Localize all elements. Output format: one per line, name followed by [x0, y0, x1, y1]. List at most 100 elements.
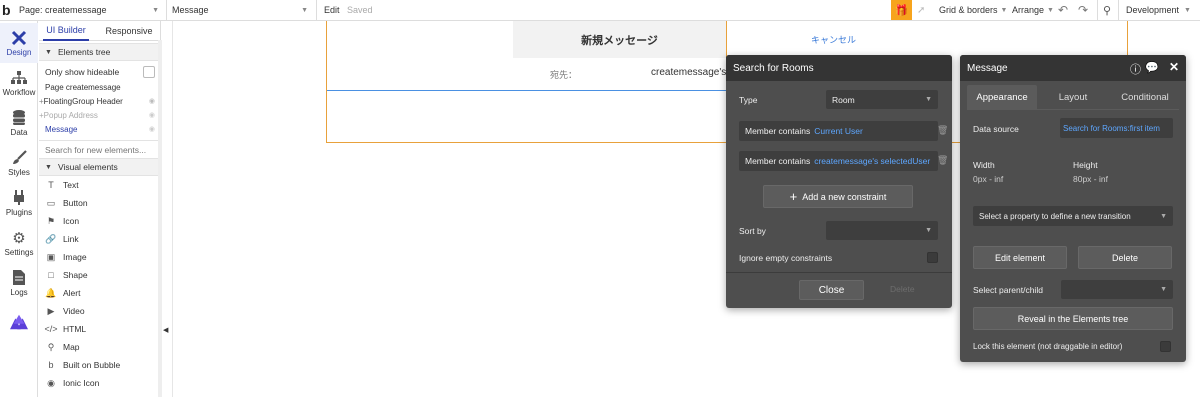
width-label: Width — [973, 160, 995, 170]
element-selector[interactable]: Message ▼ — [172, 0, 308, 20]
transition-label: Select a property to define a new transi… — [979, 211, 1131, 221]
only-show-hideable-checkbox[interactable] — [143, 66, 155, 78]
cancel-button[interactable]: キャンセル — [726, 21, 940, 58]
rail-design[interactable]: Design — [0, 23, 38, 63]
data-source-value[interactable]: Search for Rooms:first item — [1063, 124, 1160, 133]
lock-element-checkbox[interactable] — [1160, 341, 1171, 352]
tree-item-message[interactable]: Message ◉ — [39, 122, 159, 136]
select-parent-dropdown[interactable]: ▼ — [1061, 280, 1173, 299]
sort-by-select[interactable]: ▼ — [826, 221, 938, 240]
gift-icon[interactable]: 🎁 — [891, 0, 912, 20]
bubble-logo-icon[interactable]: b — [2, 0, 16, 20]
workflow-icon — [10, 70, 28, 86]
arrange-label: Arrange — [1012, 5, 1045, 15]
rail-workflow[interactable]: Workflow — [0, 63, 38, 103]
visual-element-label: Shape — [63, 270, 88, 280]
cursor-icon[interactable]: ➚ — [917, 0, 925, 20]
visual-elements-header[interactable]: ▼ Visual elements — [39, 158, 159, 176]
ignore-empty-checkbox[interactable] — [927, 252, 938, 263]
chevron-down-icon: ▼ — [1047, 6, 1054, 14]
reveal-in-tree-button[interactable]: Reveal in the Elements tree — [973, 307, 1173, 330]
close-button[interactable]: Close — [799, 280, 864, 300]
width-value[interactable]: 0px - inf — [973, 174, 1003, 184]
visual-element-shape[interactable]: □ Shape — [39, 266, 159, 284]
visual-element-alert[interactable]: 🔔 Alert — [39, 284, 159, 302]
lock-element-label: Lock this element (not draggable in edit… — [973, 342, 1123, 351]
comment-icon[interactable]: 💬 — [1145, 61, 1159, 74]
search-popup-title: Search for Rooms — [726, 55, 952, 81]
plus-icon: + — [789, 189, 798, 204]
delete-button[interactable]: Delete — [890, 284, 915, 294]
visual-element-button[interactable]: ▭ Button — [39, 194, 159, 212]
redo-icon[interactable]: ↷ — [1078, 0, 1088, 20]
undo-icon[interactable]: ↶ — [1058, 0, 1068, 20]
add-constraint-button[interactable]: + Add a new constraint — [763, 185, 913, 208]
constraint-2-value[interactable]: createmessage's selectedUser — [814, 156, 930, 166]
left-rail: Design Workflow Data Styles Plugins ⚙ Se… — [0, 21, 38, 397]
tree-item-popup[interactable]: + Popup Address ◉ — [39, 108, 159, 122]
arrange-menu[interactable]: Arrange ▼ — [1012, 0, 1054, 20]
type-value: Room — [832, 94, 855, 105]
panel-scrollbar[interactable] — [158, 40, 162, 397]
page-selector[interactable]: Page: createmessage ▼ — [19, 0, 159, 20]
constraint-row-1[interactable]: Member contains Current User — [739, 121, 938, 141]
height-value[interactable]: 80px - inf — [1073, 174, 1108, 184]
search-popup: Search for Rooms Type Room ▼ Member cont… — [726, 55, 952, 308]
tab-layout[interactable]: Layout — [1038, 85, 1108, 109]
tab-responsive[interactable]: Responsive — [101, 21, 157, 41]
rail-settings[interactable]: ⚙ Settings — [0, 223, 38, 263]
eye-icon[interactable]: ◉ — [149, 111, 155, 119]
logs-icon — [10, 270, 28, 286]
tab-conditional[interactable]: Conditional — [1108, 85, 1182, 109]
elements-tree-header[interactable]: ▼ Elements tree — [39, 43, 159, 61]
trash-icon[interactable]: 🗑 — [937, 155, 948, 166]
rail-plugins[interactable]: Plugins — [0, 183, 38, 223]
visual-element-text[interactable]: T Text — [39, 176, 159, 194]
visual-element-icon[interactable]: ⚑ Icon — [39, 212, 159, 230]
to-value[interactable]: createmessage's — [651, 67, 726, 78]
tab-appearance[interactable]: Appearance — [967, 85, 1037, 109]
map-pin-icon: ⚲ — [47, 341, 55, 352]
rail-styles[interactable]: Styles — [0, 143, 38, 183]
trash-icon[interactable]: 🗑 — [937, 125, 948, 136]
eye-icon[interactable]: ◉ — [149, 97, 155, 105]
rail-extra[interactable] — [0, 303, 38, 343]
rail-data[interactable]: Data — [0, 103, 38, 143]
visual-element-ionic-icon[interactable]: ◉ Ionic Icon — [39, 374, 159, 392]
top-toolbar: b Page: createmessage ▼ Message ▼ Edit S… — [0, 0, 1200, 21]
chevron-down-icon: ▼ — [301, 6, 308, 14]
transition-select[interactable]: Select a property to define a new transi… — [973, 206, 1173, 226]
rail-logs[interactable]: Logs — [0, 263, 38, 303]
tree-item-page[interactable]: Page createmessage — [39, 80, 159, 94]
info-icon[interactable]: ⓘ — [1130, 61, 1141, 77]
search-elements-input[interactable]: Search for new elements... — [39, 140, 159, 160]
divider — [726, 272, 952, 273]
close-icon[interactable]: ✕ — [1169, 60, 1179, 74]
plugins-icon — [10, 190, 28, 206]
caret-down-icon: ▼ — [45, 163, 52, 171]
visual-element-link[interactable]: 🔗 Link — [39, 230, 159, 248]
grid-borders-menu[interactable]: Grid & borders ▼ — [939, 0, 1007, 20]
visual-element-video[interactable]: ▶ Video — [39, 302, 159, 320]
tab-ui-builder[interactable]: UI Builder — [43, 21, 89, 41]
environment-selector[interactable]: Development ▼ — [1126, 0, 1191, 20]
page-header-title[interactable]: 新規メッセージ — [513, 21, 726, 58]
visual-element-map[interactable]: ⚲ Map — [39, 338, 159, 356]
styles-icon — [10, 150, 28, 166]
caret-down-icon: ▼ — [45, 48, 52, 56]
data-source-field[interactable]: Search for Rooms:first item — [1060, 118, 1173, 138]
eye-icon[interactable]: ◉ — [149, 125, 155, 133]
edit-menu[interactable]: Edit — [324, 0, 340, 20]
visual-element-built-on-bubble[interactable]: b Built on Bubble — [39, 356, 159, 374]
visual-element-html[interactable]: </> HTML — [39, 320, 159, 338]
data-icon — [10, 110, 28, 126]
tree-item-floatinggroup[interactable]: + FloatingGroup Header ◉ — [39, 94, 159, 108]
edit-element-button[interactable]: Edit element — [973, 246, 1067, 269]
search-icon[interactable]: ⚲ — [1103, 0, 1111, 20]
visual-element-image[interactable]: ▣ Image — [39, 248, 159, 266]
collapse-panel-icon[interactable]: ◀ — [163, 326, 171, 336]
constraint-row-2[interactable]: Member contains createmessage's selected… — [739, 151, 938, 171]
type-select[interactable]: Room ▼ — [826, 90, 938, 109]
delete-element-button[interactable]: Delete — [1078, 246, 1172, 269]
constraint-1-value[interactable]: Current User — [814, 126, 863, 136]
